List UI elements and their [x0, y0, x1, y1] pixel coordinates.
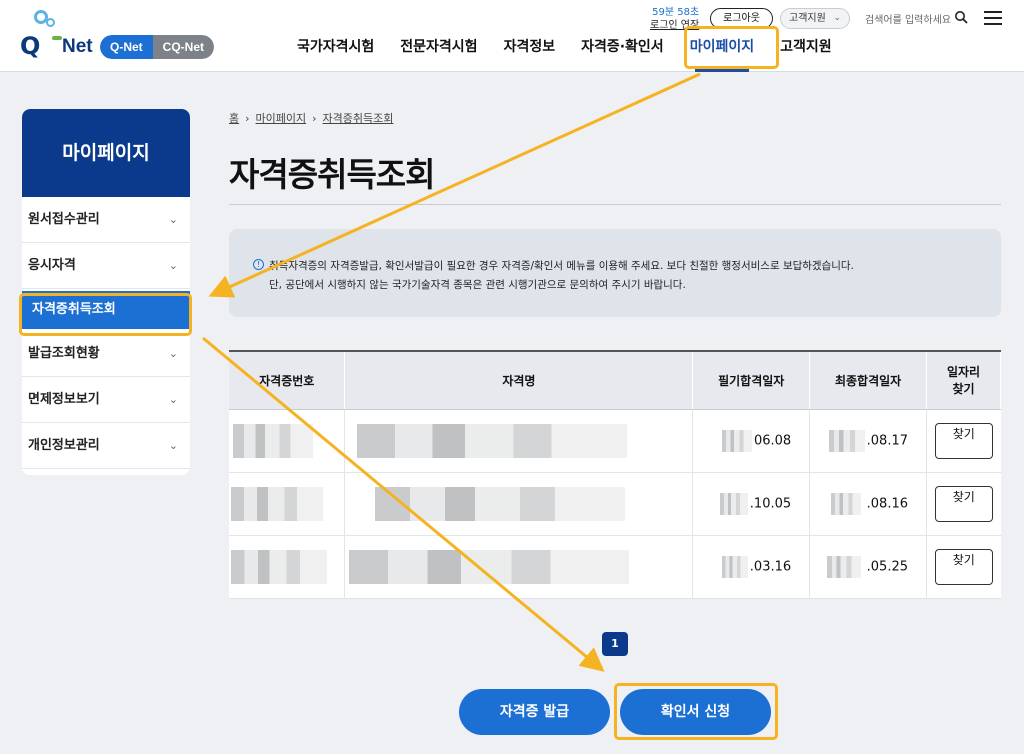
qnet-logo[interactable]: Q Net [20, 10, 105, 60]
nav-mypage[interactable]: 마이페이지 [677, 36, 767, 72]
breadcrumb-separator-icon: › [312, 112, 317, 125]
apply-confirmation-button[interactable]: 확인서 신청 [620, 689, 771, 735]
sidebar-item-issue-status[interactable]: 발급조회현황 ⌄ [22, 331, 190, 377]
sidebar-item-label: 자격증취득조회 [32, 302, 116, 317]
final-date: .08.16 [866, 496, 909, 511]
hamburger-menu-icon[interactable] [984, 11, 1002, 25]
written-date: .10.05 [749, 496, 792, 511]
col-cert-number: 자격증번호 [229, 350, 346, 410]
qnet-tab[interactable]: Q-Net [100, 35, 153, 59]
logo-net-text: Net [62, 36, 93, 57]
sidebar-item-label: 응시자격 [28, 258, 76, 273]
cert-number-blurred [229, 409, 346, 473]
sidebar-title: 마이페이지 [22, 109, 190, 197]
cert-name-blurred [344, 472, 694, 536]
certificate-table: 자격증번호 자격명 필기합격일자 최종합격일자 일자리 찾기 06.08 .08… [229, 350, 1001, 599]
sidebar-item-certificate-lookup[interactable]: 자격증취득조회 [22, 291, 190, 329]
logo-dash [52, 36, 62, 40]
sidebar-item-personal-info[interactable]: 개인정보관리 ⌄ [22, 423, 190, 469]
sidebar-item-label: 발급조회현황 [28, 346, 100, 361]
page-title: 자격증취득조회 [229, 155, 436, 194]
pagination-current-page[interactable]: 1 [602, 632, 628, 656]
cert-name-blurred [344, 535, 694, 599]
site-switch: Q-Net CQ-Net [100, 35, 215, 59]
sidebar-item-label: 개인정보관리 [28, 438, 100, 453]
col-final-date: 최종합격일자 [809, 350, 928, 410]
site-header: Q Net Q-Net CQ-Net 59분 58초 로그인 연장 로그아웃 고… [0, 0, 1024, 72]
breadcrumb-separator-icon: › [245, 112, 250, 125]
chevron-down-icon: ⌄ [168, 439, 178, 452]
sidebar-item-label: 면제정보보기 [28, 392, 100, 407]
final-date-cell: .08.17 [809, 409, 928, 473]
sidebar-item-eligibility[interactable]: 응시자격 ⌄ [22, 243, 190, 289]
chevron-down-icon: ⌄ [168, 347, 178, 360]
chevron-down-icon: ⌄ [168, 259, 178, 272]
title-divider [229, 204, 1001, 205]
col-job-search: 일자리 찾기 [926, 350, 1001, 410]
session-timer: 59분 58초 [652, 7, 700, 18]
written-date-cell: 06.08 [692, 409, 811, 473]
written-date: .03.16 [749, 559, 792, 574]
table-row: .10.05 .08.16 찾기 [229, 472, 1001, 536]
table-row: .03.16 .05.25 찾기 [229, 535, 1001, 599]
chevron-down-icon: ⌄ [168, 393, 178, 406]
job-search-button[interactable]: 찾기 [934, 485, 993, 522]
final-date-cell: .05.25 [809, 535, 928, 599]
support-dropdown-label: 고객지원 [789, 13, 826, 24]
chevron-down-icon: ⌄ [168, 213, 178, 226]
final-date: .05.25 [866, 559, 909, 574]
final-date: .08.17 [866, 433, 909, 448]
search-icon[interactable] [954, 10, 968, 24]
nav-professional-exam[interactable]: 전문자격시험 [387, 36, 490, 66]
breadcrumb-mypage[interactable]: 마이페이지 [256, 112, 307, 125]
job-search-cell: 찾기 [926, 409, 1001, 473]
info-icon: ! [253, 259, 264, 270]
chevron-down-icon: ⌄ [833, 13, 841, 23]
support-dropdown[interactable]: 고객지원 ⌄ [780, 8, 850, 29]
sidebar-item-application[interactable]: 원서접수관리 ⌄ [22, 197, 190, 243]
search-input[interactable]: 검색어를 입력하세요 [865, 11, 951, 26]
sidebar-item-label: 원서접수관리 [28, 212, 100, 227]
job-search-cell: 찾기 [926, 472, 1001, 536]
written-date-cell: .10.05 [692, 472, 811, 536]
sidebar: 마이페이지 원서접수관리 ⌄ 응시자격 ⌄ 자격증취득조회 발급조회현황 ⌄ 면… [22, 109, 190, 475]
breadcrumb-current[interactable]: 자격증취득조회 [323, 112, 394, 125]
cqnet-tab[interactable]: CQ-Net [152, 35, 215, 59]
logo-ring-small [46, 18, 55, 27]
cert-number-blurred [229, 472, 346, 536]
col-written-date: 필기합격일자 [692, 350, 811, 410]
cert-name-blurred [344, 409, 694, 473]
table-header-row: 자격증번호 자격명 필기합격일자 최종합격일자 일자리 찾기 [229, 350, 1001, 410]
cert-number-blurred [229, 535, 346, 599]
job-search-button[interactable]: 찾기 [934, 548, 993, 585]
notice-line-1: 취득자격증의 자격증발급, 확인서발급이 필요한 경우 자격증/확인서 메뉴를 … [269, 260, 854, 272]
col-cert-name: 자격명 [344, 350, 694, 410]
nav-qualification-info[interactable]: 자격정보 [491, 36, 569, 66]
written-date: 06.08 [753, 433, 792, 448]
final-date-cell: .08.16 [809, 472, 928, 536]
session-extend-link[interactable]: 로그인 연장 [650, 19, 699, 32]
notice-line-2: 단, 공단에서 시행하지 않는 국가기술자격 종목은 관련 시행기관으로 문의하… [269, 279, 686, 291]
logout-button[interactable]: 로그아웃 [710, 8, 773, 29]
breadcrumb-home[interactable]: 홈 [229, 112, 239, 125]
breadcrumb: 홈 › 마이페이지 › 자격증취득조회 [229, 110, 393, 126]
nav-certificate[interactable]: 자격증·확인서 [568, 36, 677, 66]
job-search-button[interactable]: 찾기 [934, 422, 993, 459]
written-date-cell: .03.16 [692, 535, 811, 599]
notice-box: ! 취득자격증의 자격증발급, 확인서발급이 필요한 경우 자격증/확인서 메뉴… [229, 229, 1001, 317]
issue-certificate-button[interactable]: 자격증 발급 [459, 689, 610, 735]
nav-national-exam[interactable]: 국가자격시험 [284, 36, 387, 66]
nav-customer-support[interactable]: 고객지원 [767, 36, 845, 66]
table-row: 06.08 .08.17 찾기 [229, 409, 1001, 473]
logo-q-mark: Q [20, 32, 40, 60]
job-search-cell: 찾기 [926, 535, 1001, 599]
session-info: 59분 58초 로그인 연장 [650, 6, 699, 32]
sidebar-item-exemption[interactable]: 면제정보보기 ⌄ [22, 377, 190, 423]
main-navigation: 국가자격시험 전문자격시험 자격정보 자격증·확인서 마이페이지 고객지원 [284, 36, 845, 72]
